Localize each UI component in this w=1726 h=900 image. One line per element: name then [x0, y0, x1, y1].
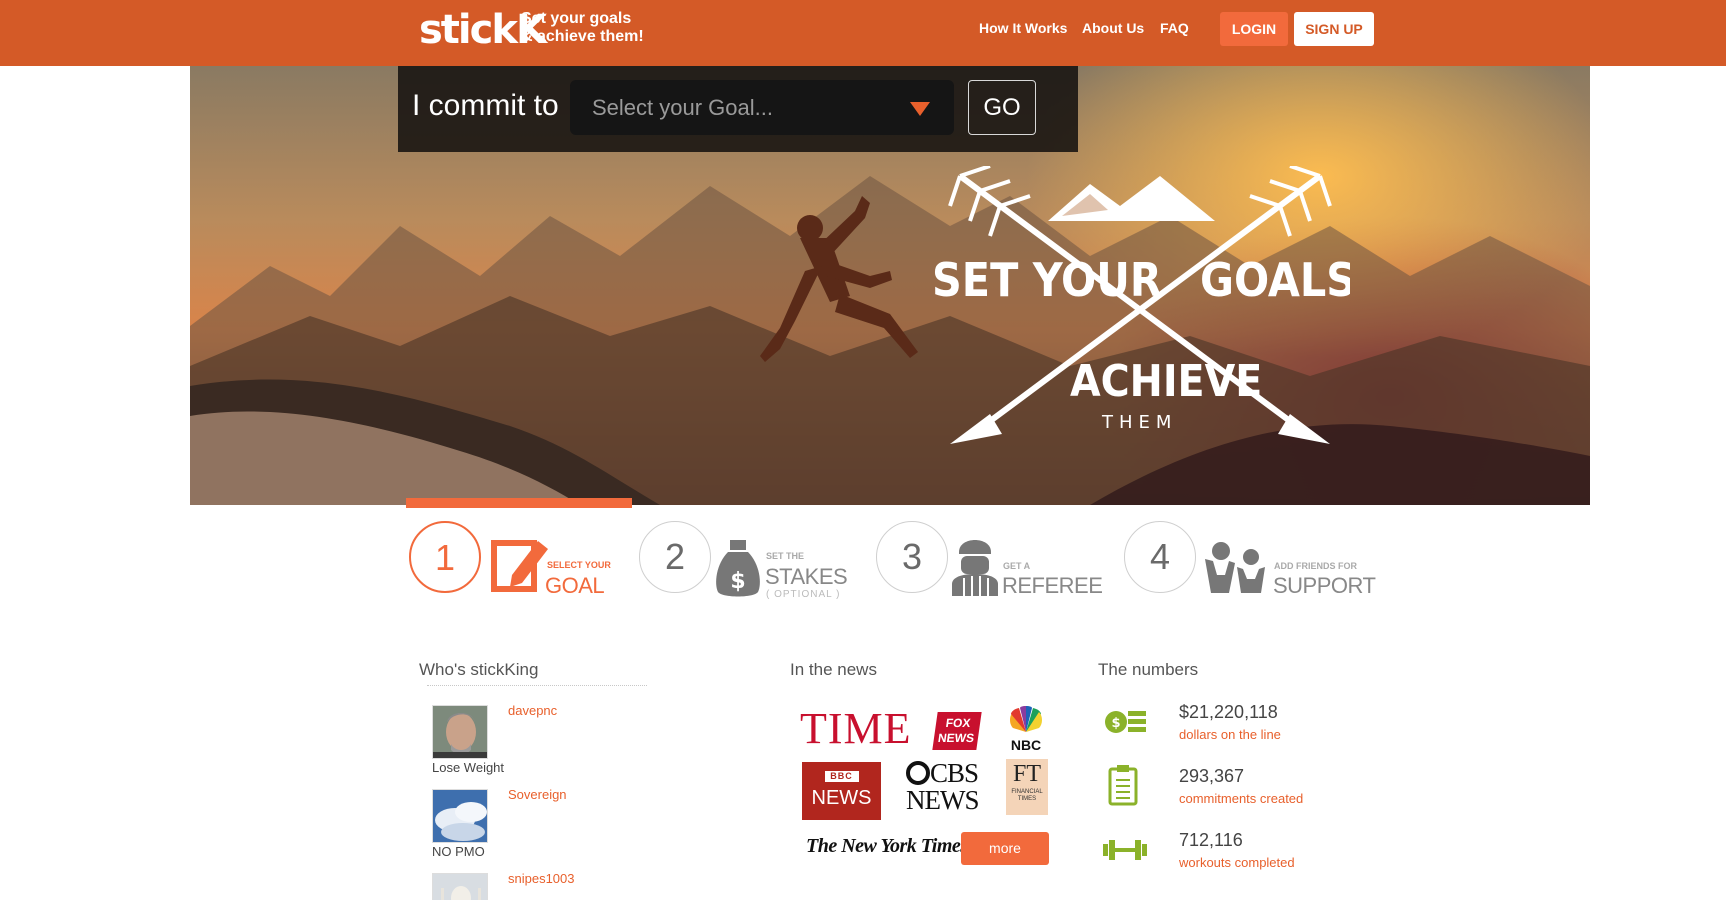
cbs-eye-word: CBS [906, 760, 990, 787]
step-2-small: SET THE [766, 551, 805, 561]
step-2-note: ( OPTIONAL ) [766, 589, 841, 600]
user-photo-taj-mahal [433, 874, 487, 900]
feed-user-3[interactable]: snipes1003 [508, 871, 575, 886]
ft-mark: FT [1012, 761, 1041, 787]
stat-dollars-label: dollars on the line [1179, 727, 1281, 742]
stat-dollars-value: $21,220,118 [1179, 702, 1278, 722]
nav-about-us[interactable]: About Us [1082, 19, 1144, 37]
ft-caption: FINANCIAL TIMES [1011, 789, 1043, 802]
tagline-line-1: Set your goals [521, 10, 632, 27]
step-4-big: SUPPORT [1273, 573, 1376, 598]
step-2-big: STAKES [765, 564, 848, 589]
emblem-set-your: SET YOUR [932, 253, 1162, 307]
nbc-peacock-icon: NBC [1010, 706, 1042, 753]
step-3-big: REFEREE [1002, 573, 1103, 598]
edit-pencil-icon [491, 540, 548, 592]
step-4-number: 4 [1124, 521, 1196, 593]
cbs-news-logo[interactable]: CBS NEWS [906, 760, 990, 816]
step-3-number: 3 [876, 521, 948, 593]
stat-workouts-value: 712,116 [1179, 830, 1243, 850]
avatar[interactable] [432, 705, 488, 759]
feed-goal-2: NO PMO [432, 844, 485, 859]
tagline: Set your goals & achieve them! [521, 10, 671, 46]
stat-commitments-label: commitments created [1179, 791, 1304, 806]
svg-text:$: $ [1111, 716, 1120, 731]
ft-logo[interactable]: FT FINANCIAL TIMES [1006, 759, 1048, 815]
emblem-achieve: ACHIEVE [1070, 356, 1262, 407]
tagline-line-2: & achieve them! [521, 28, 644, 45]
user-photo-clouds [433, 790, 487, 842]
step-1-big: GOAL [545, 573, 605, 598]
referee-icon [952, 540, 998, 596]
the-numbers-heading: The numbers [1098, 660, 1199, 679]
svg-text:$: $ [730, 569, 745, 594]
nbc-logo[interactable]: NBC [1005, 706, 1047, 753]
hero-banner: I commit to Select your Goal... GO SET Y… [190, 66, 1590, 505]
signup-button[interactable]: SIGN UP [1294, 12, 1374, 46]
fox-news-logo[interactable]: FOX NEWS [932, 712, 982, 750]
top-header: stickK Set your goals & achieve them! Ho… [0, 0, 1726, 66]
bbc-news-word: NEWS [811, 787, 872, 809]
nav-faq[interactable]: FAQ [1160, 19, 1189, 37]
cbs-news-word: NEWS [906, 785, 980, 815]
commit-label: I commit to [412, 89, 559, 122]
feed-goal-1: Lose Weight [432, 760, 505, 775]
feed-user-1[interactable]: davepnc [508, 703, 557, 718]
go-button[interactable]: GO [968, 80, 1036, 135]
caret-down-icon [910, 102, 930, 116]
nav-how-it-works[interactable]: How It Works [979, 19, 1067, 37]
whos-sticking-heading: Who's stickKing [419, 660, 539, 679]
step-2-number: 2 [639, 521, 711, 593]
goal-select-dropdown[interactable]: Select your Goal... [570, 80, 954, 135]
step-4-small: ADD FRIENDS FOR [1274, 561, 1357, 571]
feed-scroll-edge [427, 685, 647, 691]
avatar[interactable] [432, 789, 488, 843]
money-bag-icon: $ [716, 540, 760, 597]
user-photo-man [433, 706, 487, 758]
in-the-news-heading: In the news [790, 660, 877, 679]
friends-group-icon [1205, 542, 1265, 593]
step-3-small: GET A [1003, 561, 1031, 571]
more-news-button[interactable]: more [961, 832, 1049, 865]
svg-text:NBC: NBC [1011, 737, 1041, 752]
emblem-them: THEM [1101, 412, 1177, 433]
step-1-number: 1 [409, 521, 481, 593]
commit-bar: I commit to Select your Goal... GO [398, 66, 1078, 152]
avatar[interactable] [432, 873, 488, 900]
step-1-small: SELECT YOUR [547, 560, 611, 570]
time-logo[interactable]: TIME [800, 706, 912, 752]
bbc-blocks: BBC [824, 771, 859, 782]
money-stack-icon: $ [1105, 711, 1146, 733]
dumbbell-icon [1103, 840, 1147, 860]
stat-workouts-label: workouts completed [1179, 855, 1295, 870]
clipboard-icon [1108, 765, 1138, 806]
stat-commitments-value: 293,367 [1179, 766, 1245, 786]
active-step-indicator [406, 498, 632, 508]
feed-user-2[interactable]: Sovereign [508, 787, 567, 802]
set-your-goals-emblem: SET YOUR GOALS & ACHIEVE THEM [932, 166, 1350, 444]
nyt-logo[interactable]: The New York Times [806, 835, 968, 858]
login-button[interactable]: LOGIN [1220, 12, 1288, 46]
bbc-news-logo[interactable]: BBC NEWS [802, 762, 881, 820]
emblem-goals: GOALS & [1200, 253, 1350, 307]
goal-select-placeholder: Select your Goal... [592, 95, 773, 120]
whos-sticking-feed[interactable]: davepnc Lose Weight Sovereign NO PMO sni… [419, 685, 679, 900]
